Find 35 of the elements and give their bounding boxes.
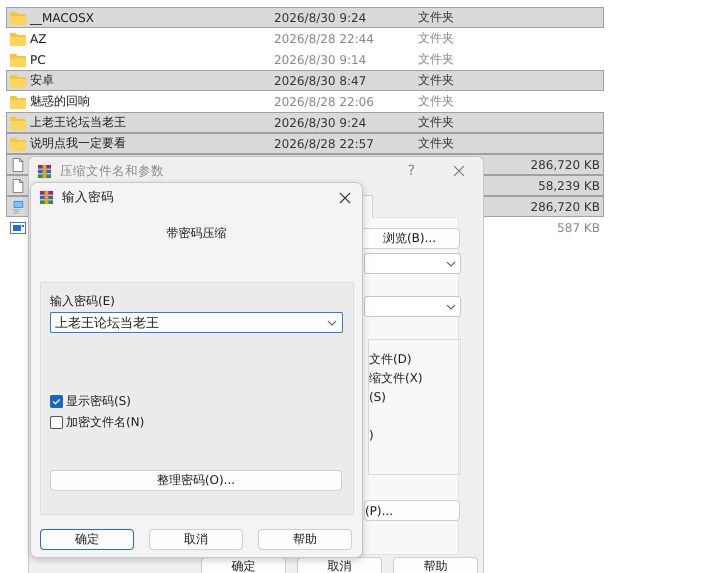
modified-date: 2026/8/28 22:57 [274, 136, 374, 150]
modified-date: 2026/8/30 8:47 [274, 74, 366, 88]
file-type: 文件夹 [418, 31, 454, 45]
file-name: PC [30, 52, 46, 66]
modified-date: 2026/8/30 9:24 [274, 116, 366, 130]
file-name: 魅惑的回响 [30, 93, 90, 110]
file-type: 文件夹 [418, 73, 454, 87]
modified-date: 2026/8/30 9:24 [274, 10, 366, 24]
file-name: __MACOSX [30, 10, 94, 24]
file-name: 上老王论坛当老王 [30, 114, 126, 131]
file-name: AZ [30, 32, 46, 46]
file-type: 文件夹 [418, 115, 454, 129]
modified-date: 2026/8/30 9:14 [274, 52, 366, 66]
file-type: 文件夹 [418, 136, 454, 150]
option-label: 文件(D) [369, 352, 413, 367]
file-size: 286,720 KB [530, 200, 600, 214]
file-name: 说明点我一定要看 [30, 135, 126, 152]
file-size: 587 KB [557, 220, 600, 234]
file-type: 文件夹 [418, 52, 454, 66]
window-title: 压缩文件名和参数 [60, 162, 165, 180]
file-size: 286,720 KB [530, 158, 600, 172]
file-type: 文件夹 [418, 94, 454, 108]
modified-date: 2026/8/28 22:06 [274, 94, 374, 108]
file-type: 文件夹 [418, 10, 454, 24]
checkbox-label: 显示密码(S) [66, 392, 131, 410]
option-label: ) [369, 428, 375, 443]
checkbox-label: 加密文件名(N) [66, 414, 144, 430]
file-size: 58,239 KB [538, 178, 600, 192]
option-label: 缩文件(X) [369, 371, 424, 386]
window-title: 输入密码 [62, 189, 115, 206]
file-name: 安卓 [30, 72, 54, 89]
option-label: (S) [369, 390, 387, 405]
modified-date: 2026/8/28 22:44 [274, 32, 374, 46]
dialog-heading: 带密码压缩 [166, 225, 228, 242]
password-label: 输入密码(E) [50, 293, 116, 309]
